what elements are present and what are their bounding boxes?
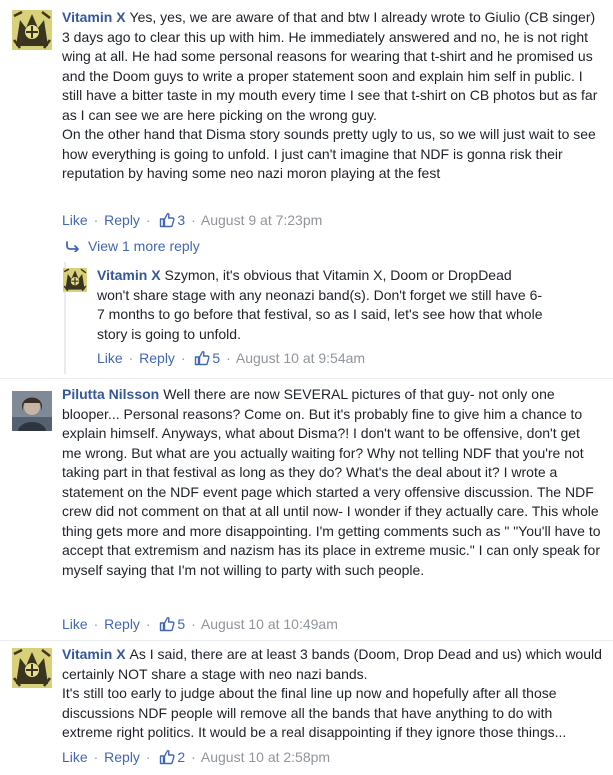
comment-body: Vitamin X As I said, there are at least 3… — [62, 645, 602, 743]
like-count[interactable]: 5 — [177, 616, 185, 632]
avatar-vitamin-x — [63, 268, 87, 292]
avatar[interactable] — [12, 10, 52, 50]
comment-body: Pilutta Nilsson Well there are now SEVERA… — [62, 385, 602, 580]
comment-timestamp[interactable]: August 10 at 2:58pm — [201, 749, 330, 765]
reply-link[interactable]: Reply — [104, 616, 140, 632]
thumbs-up-icon[interactable] — [159, 212, 175, 228]
comment-timestamp[interactable]: August 10 at 10:49am — [201, 616, 338, 632]
comment-timestamp[interactable]: August 10 at 9:54am — [236, 350, 365, 366]
thumbs-up-icon[interactable] — [194, 350, 210, 366]
comment-author[interactable]: Pilutta Nilsson — [62, 386, 159, 402]
thumbs-up-icon[interactable] — [159, 749, 175, 765]
comment-text: Yes, yes, we are aware of that and btw I… — [62, 9, 598, 123]
comment-author[interactable]: Vitamin X — [62, 646, 126, 662]
comment-actions: Like · Reply · 2 · August 10 at 2:58pm — [62, 749, 331, 765]
like-count[interactable]: 2 — [177, 749, 185, 765]
thumbs-up-icon[interactable] — [159, 616, 175, 632]
view-more-replies[interactable]: View 1 more reply — [66, 238, 200, 254]
reply-link[interactable]: Reply — [104, 749, 140, 765]
avatar[interactable] — [63, 268, 87, 292]
like-link[interactable]: Like — [62, 749, 88, 765]
comment-actions: Like · Reply · 5 · August 10 at 9:54am — [97, 350, 366, 366]
reply-link[interactable]: Reply — [104, 212, 140, 228]
comment-text: On the other hand that Disma story sound… — [62, 126, 596, 181]
comment-text: Well there are now SEVERAL pictures of t… — [62, 386, 601, 578]
comment-text: It's still too early to judge about the … — [62, 685, 567, 740]
comment-author[interactable]: Vitamin X — [62, 9, 126, 25]
comment-text: Szymon, it's obvious that Vitamin X, Doo… — [97, 267, 543, 342]
like-link[interactable]: Like — [97, 350, 123, 366]
comment-text: As I said, there are at least 3 bands (D… — [62, 646, 602, 682]
comment-timestamp[interactable]: August 9 at 7:23pm — [201, 212, 322, 228]
like-link[interactable]: Like — [62, 212, 88, 228]
comment-author[interactable]: Vitamin X — [97, 267, 161, 283]
avatar-pilutta — [12, 391, 52, 431]
comment-body: Vitamin X Yes, yes, we are aware of that … — [62, 8, 602, 184]
divider — [0, 378, 613, 379]
like-count[interactable]: 5 — [212, 350, 220, 366]
divider — [0, 640, 613, 641]
comment-actions: Like · Reply · 5 · August 10 at 10:49am — [62, 616, 338, 632]
avatar-vitamin-x — [12, 10, 52, 50]
avatar[interactable] — [12, 648, 52, 688]
reply-link[interactable]: Reply — [139, 350, 175, 366]
avatar[interactable] — [12, 391, 52, 431]
reply-arrow-icon — [66, 241, 79, 253]
like-link[interactable]: Like — [62, 616, 88, 632]
comment-body: Vitamin X Szymon, it's obvious that Vitam… — [97, 266, 547, 344]
avatar-vitamin-x — [12, 648, 52, 688]
like-count[interactable]: 3 — [177, 212, 185, 228]
comment-actions: Like · Reply · 3 · August 9 at 7:23pm — [62, 212, 323, 228]
view-more-label: View 1 more reply — [88, 238, 200, 254]
